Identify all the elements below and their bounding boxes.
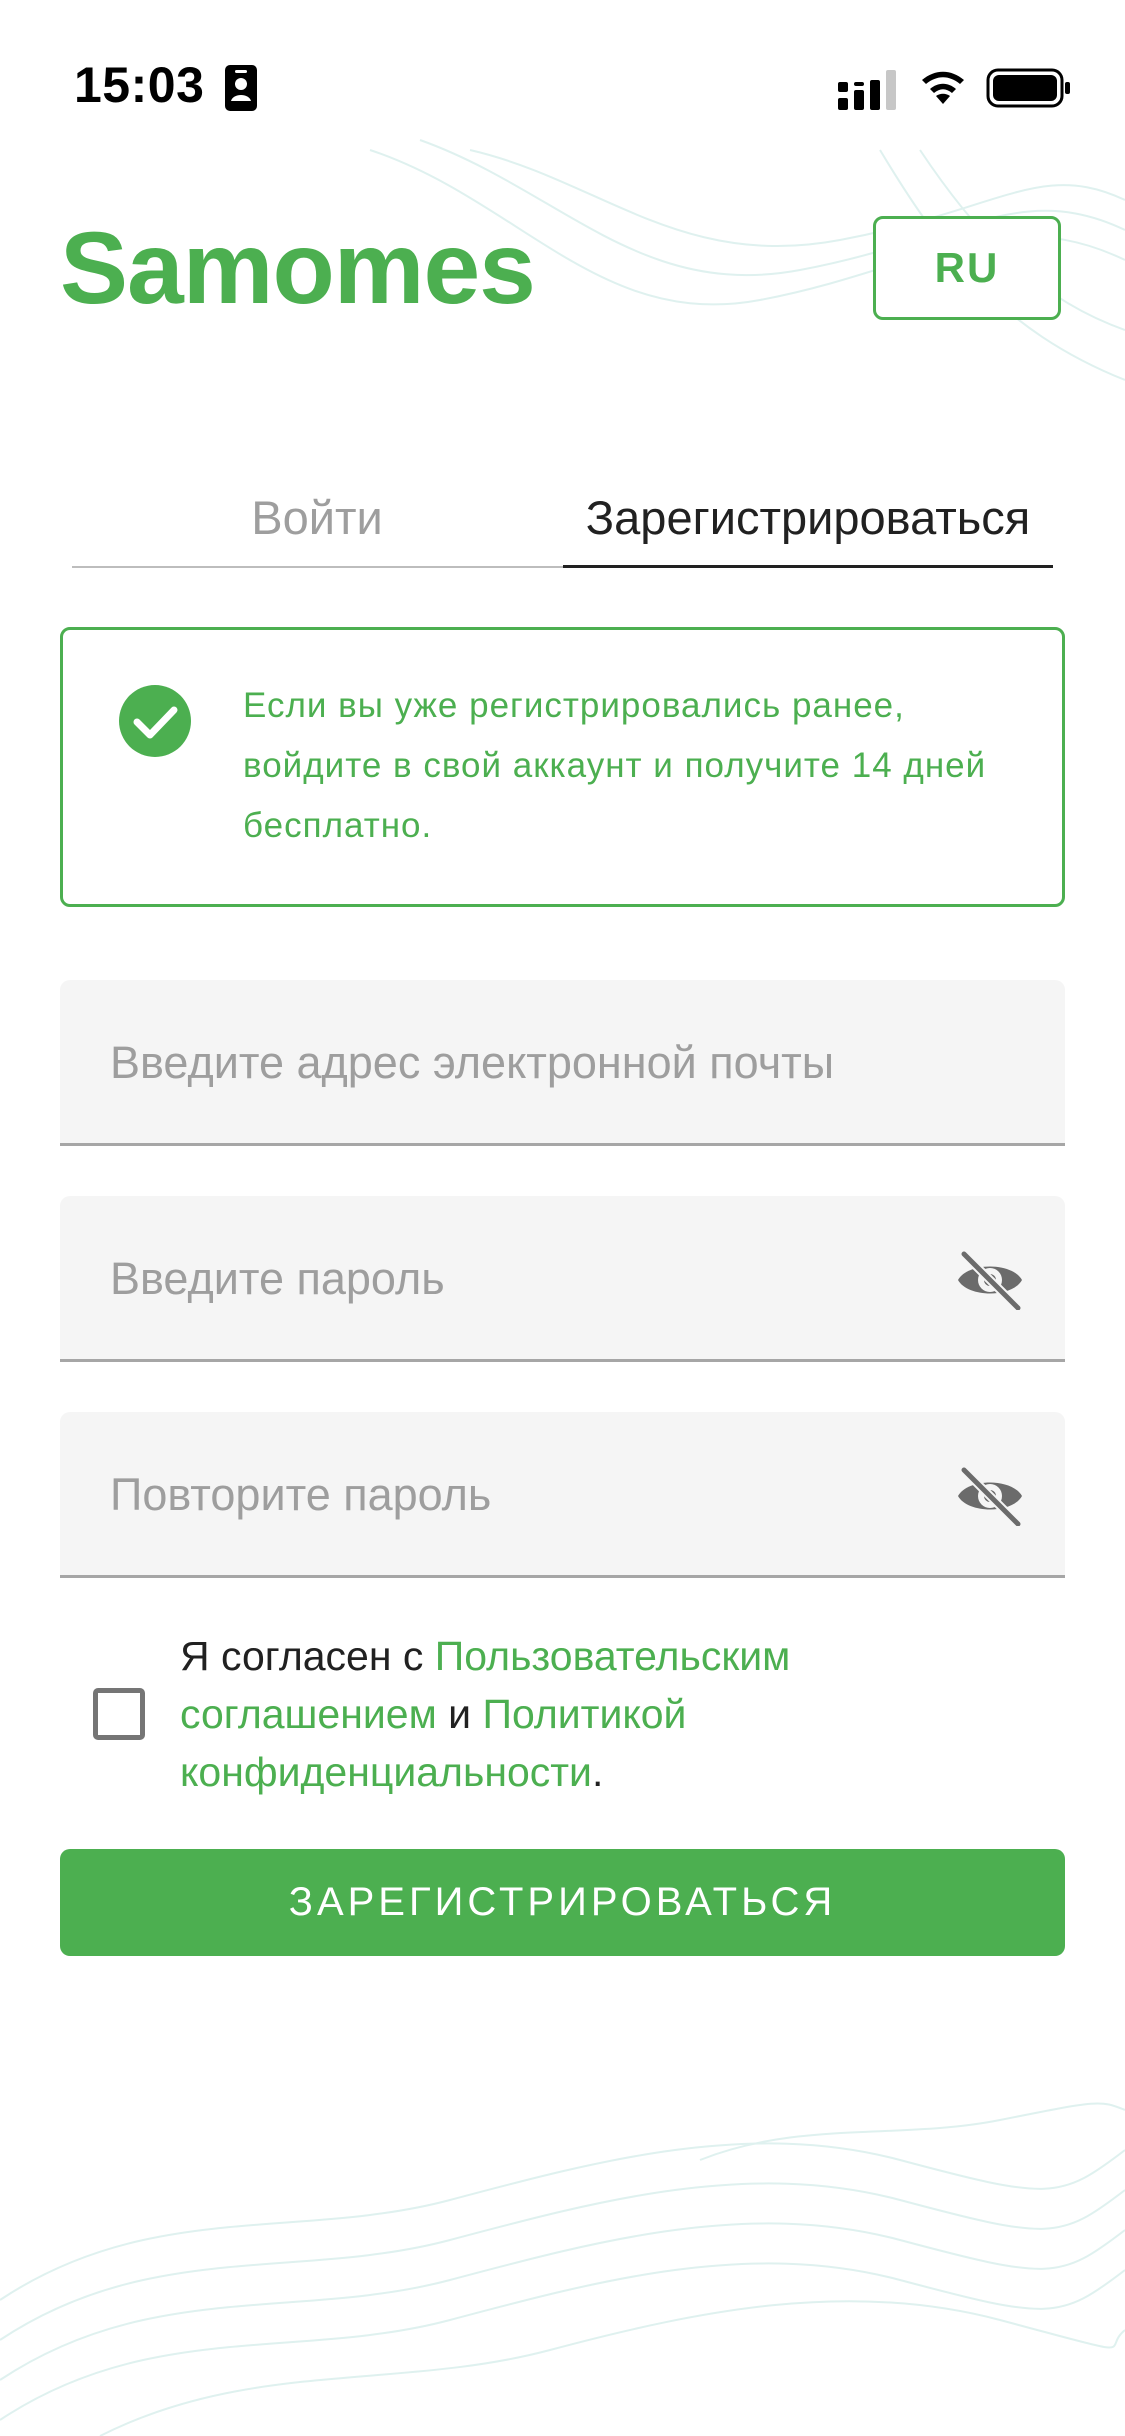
wifi-icon bbox=[922, 71, 964, 104]
battery-icon bbox=[986, 68, 1070, 108]
email-field-container bbox=[60, 980, 1065, 1146]
info-box: Если вы уже регистрировались ранее, войд… bbox=[60, 627, 1065, 907]
status-bar: 15:03 bbox=[0, 0, 1125, 150]
app-logo: Samomes bbox=[60, 211, 536, 325]
eye-off-icon[interactable] bbox=[954, 1466, 1026, 1526]
status-time: 15:03 bbox=[74, 57, 205, 113]
auth-tabs: Войти Зарегистрироваться bbox=[72, 490, 1053, 568]
cellular-signal-icon bbox=[838, 70, 896, 110]
password-field-container bbox=[60, 1196, 1065, 1362]
repeat-password-field[interactable] bbox=[108, 1412, 972, 1577]
agreement-text: Я согласен с Пользовательским соглашение… bbox=[180, 1627, 1020, 1801]
agreement-conjunction: и bbox=[436, 1691, 483, 1737]
password-field[interactable] bbox=[108, 1196, 972, 1361]
agreement-suffix: . bbox=[591, 1749, 604, 1795]
eye-off-icon[interactable] bbox=[954, 1250, 1026, 1310]
info-text: Если вы уже регистрировались ранее, войд… bbox=[243, 686, 987, 845]
email-field[interactable] bbox=[108, 980, 972, 1145]
check-circle-icon bbox=[119, 685, 191, 757]
tab-register[interactable]: Зарегистрироваться bbox=[563, 490, 1053, 568]
language-button[interactable]: RU bbox=[873, 216, 1061, 320]
agreement-checkbox[interactable] bbox=[93, 1688, 145, 1740]
person-badge-icon bbox=[225, 65, 257, 111]
tab-login[interactable]: Войти bbox=[72, 490, 562, 566]
repeat-password-field-container bbox=[60, 1412, 1065, 1578]
register-button[interactable]: ЗАРЕГИСТРИРОВАТЬСЯ bbox=[60, 1849, 1065, 1956]
agreement-prefix: Я согласен с bbox=[180, 1633, 435, 1679]
